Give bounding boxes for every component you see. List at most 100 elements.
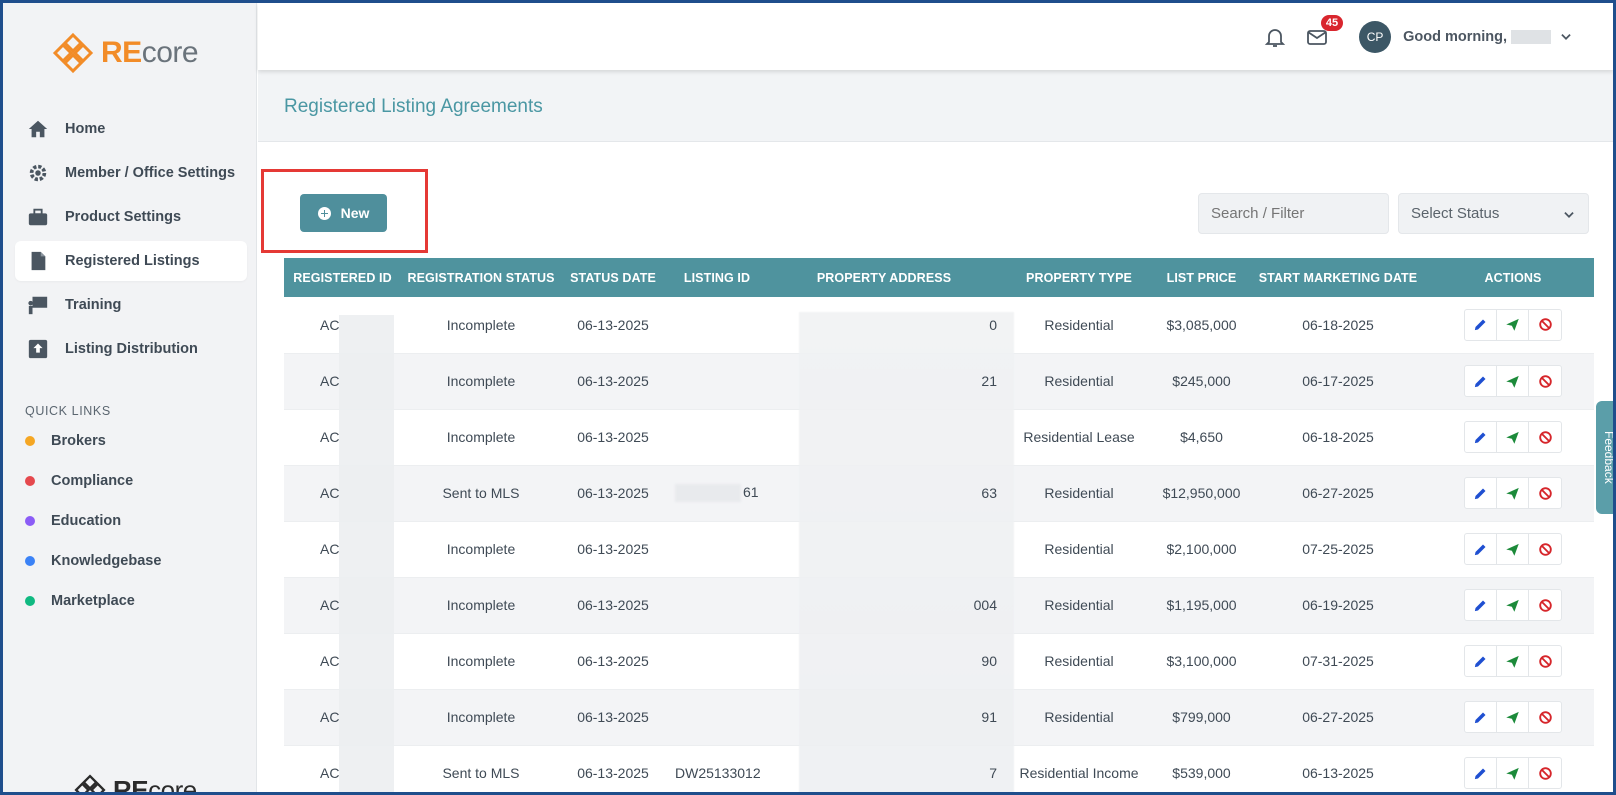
edit-button[interactable] [1465, 309, 1497, 340]
edit-button[interactable] [1465, 758, 1497, 788]
column-header[interactable]: PROPERTY TYPE [999, 258, 1159, 297]
send-button[interactable] [1497, 702, 1529, 732]
send-button[interactable] [1497, 534, 1529, 564]
send-button[interactable] [1497, 366, 1529, 396]
chevron-down-icon [1564, 212, 1574, 218]
edit-button[interactable] [1465, 646, 1497, 676]
logo[interactable]: REcore [51, 31, 199, 75]
send-button[interactable] [1497, 422, 1529, 452]
column-header[interactable]: REGISTRATION STATUS [401, 258, 561, 297]
start-marketing-date-cell: 06-27-2025 [1244, 465, 1432, 522]
notifications-button[interactable] [1263, 25, 1287, 49]
edit-button[interactable] [1465, 534, 1497, 564]
paper-plane-icon [1506, 767, 1519, 780]
actions-cell [1432, 353, 1594, 410]
edit-button[interactable] [1465, 422, 1497, 452]
status-date-cell: 06-13-2025 [561, 689, 665, 746]
actions-cell [1432, 745, 1594, 792]
paper-plane-icon [1506, 599, 1519, 612]
chevron-down-icon[interactable] [1559, 30, 1573, 44]
send-button[interactable] [1497, 646, 1529, 676]
send-button[interactable] [1497, 590, 1529, 620]
cancel-button[interactable] [1529, 422, 1561, 452]
sidebar-nav: Home Member / Office Settings Product Se… [15, 109, 247, 373]
action-group [1464, 589, 1562, 621]
send-button[interactable] [1497, 758, 1529, 788]
sidebar: REcore Home Member / Office Settings Pro… [3, 3, 257, 795]
column-header[interactable]: LISTING ID [665, 258, 769, 297]
send-button[interactable] [1497, 309, 1529, 340]
page-title-bar: Registered Listing Agreements [258, 70, 1613, 142]
quick-link-education[interactable]: Education [25, 501, 161, 541]
briefcase-icon [25, 204, 51, 230]
column-header[interactable]: STATUS DATE [561, 258, 665, 297]
quick-link-marketplace[interactable]: Marketplace [25, 581, 161, 621]
avatar[interactable]: CP [1359, 21, 1392, 53]
sidebar-item-registered-listings[interactable]: Registered Listings [15, 241, 247, 281]
edit-button[interactable] [1465, 590, 1497, 620]
cancel-button[interactable] [1529, 758, 1561, 788]
list-price-cell: $539,000 [1159, 745, 1244, 792]
cancel-button[interactable] [1529, 366, 1561, 396]
send-button[interactable] [1497, 478, 1529, 508]
sidebar-item-listing-distribution[interactable]: Listing Distribution [15, 329, 247, 369]
status-date-cell: 06-13-2025 [561, 353, 665, 410]
cancel-button[interactable] [1529, 590, 1561, 620]
pencil-icon [1474, 376, 1486, 387]
dot-icon [25, 436, 35, 446]
column-header[interactable]: REGISTERED ID [284, 258, 401, 297]
paper-plane-icon [1506, 487, 1519, 500]
bell-icon [1264, 29, 1286, 47]
search-input[interactable] [1198, 193, 1389, 234]
status-date-cell: 06-13-2025 [561, 297, 665, 354]
sidebar-item-member-office-settings[interactable]: Member / Office Settings [15, 153, 247, 193]
greeting: Good morning, [1403, 29, 1551, 45]
new-button[interactable]: New [300, 194, 387, 232]
feedback-tab[interactable]: Feedback [1596, 401, 1613, 514]
messages-button[interactable]: 45 [1305, 15, 1344, 49]
property-type-cell: Residential [999, 577, 1159, 634]
cancel-button[interactable] [1529, 534, 1561, 564]
sidebar-item-label: Member / Office Settings [65, 165, 236, 181]
status-select[interactable]: Select Status [1398, 193, 1589, 234]
edit-button[interactable] [1465, 366, 1497, 396]
action-group [1464, 477, 1562, 509]
column-header[interactable]: LIST PRICE [1159, 258, 1244, 297]
sidebar-item-training[interactable]: Training [15, 285, 247, 325]
quick-link-brokers[interactable]: Brokers [25, 421, 161, 461]
cancel-button[interactable] [1529, 702, 1561, 732]
property-type-cell: Residential [999, 465, 1159, 522]
footer-logo: REcore [73, 773, 197, 795]
sidebar-item-home[interactable]: Home [15, 109, 247, 149]
redacted-value [675, 484, 741, 503]
status-date-cell: 06-13-2025 [561, 633, 665, 690]
listing-id-cell [665, 633, 769, 690]
quick-link-compliance[interactable]: Compliance [25, 461, 161, 501]
actions-cell [1432, 297, 1594, 354]
cancel-button[interactable] [1529, 310, 1561, 340]
mail-count-badge: 45 [1320, 15, 1344, 31]
cancel-button[interactable] [1529, 478, 1561, 508]
sidebar-item-product-settings[interactable]: Product Settings [15, 197, 247, 237]
start-marketing-date-cell: 07-25-2025 [1244, 521, 1432, 578]
cancel-button[interactable] [1529, 646, 1561, 676]
listing-id-cell: DW25133012 [665, 745, 769, 792]
action-group [1464, 308, 1562, 341]
pencil-icon [1474, 488, 1486, 499]
edit-button[interactable] [1465, 702, 1497, 732]
column-header[interactable]: PROPERTY ADDRESS [769, 258, 999, 297]
dot-icon [25, 476, 35, 486]
home-icon [25, 116, 51, 142]
action-group [1464, 701, 1562, 733]
column-header[interactable]: START MARKETING DATE [1244, 258, 1432, 297]
edit-button[interactable] [1465, 478, 1497, 508]
start-marketing-date-cell: 07-31-2025 [1244, 633, 1432, 690]
footer-logo-text: REcore [113, 774, 197, 795]
paper-plane-icon [1506, 431, 1519, 444]
pencil-icon [1474, 712, 1486, 723]
registration-status-cell: Sent to MLS [401, 745, 561, 792]
list-price-cell: $1,195,000 [1159, 577, 1244, 634]
pencil-icon [1474, 432, 1486, 443]
quick-link-knowledgebase[interactable]: Knowledgebase [25, 541, 161, 581]
start-marketing-date-cell: 06-27-2025 [1244, 689, 1432, 746]
